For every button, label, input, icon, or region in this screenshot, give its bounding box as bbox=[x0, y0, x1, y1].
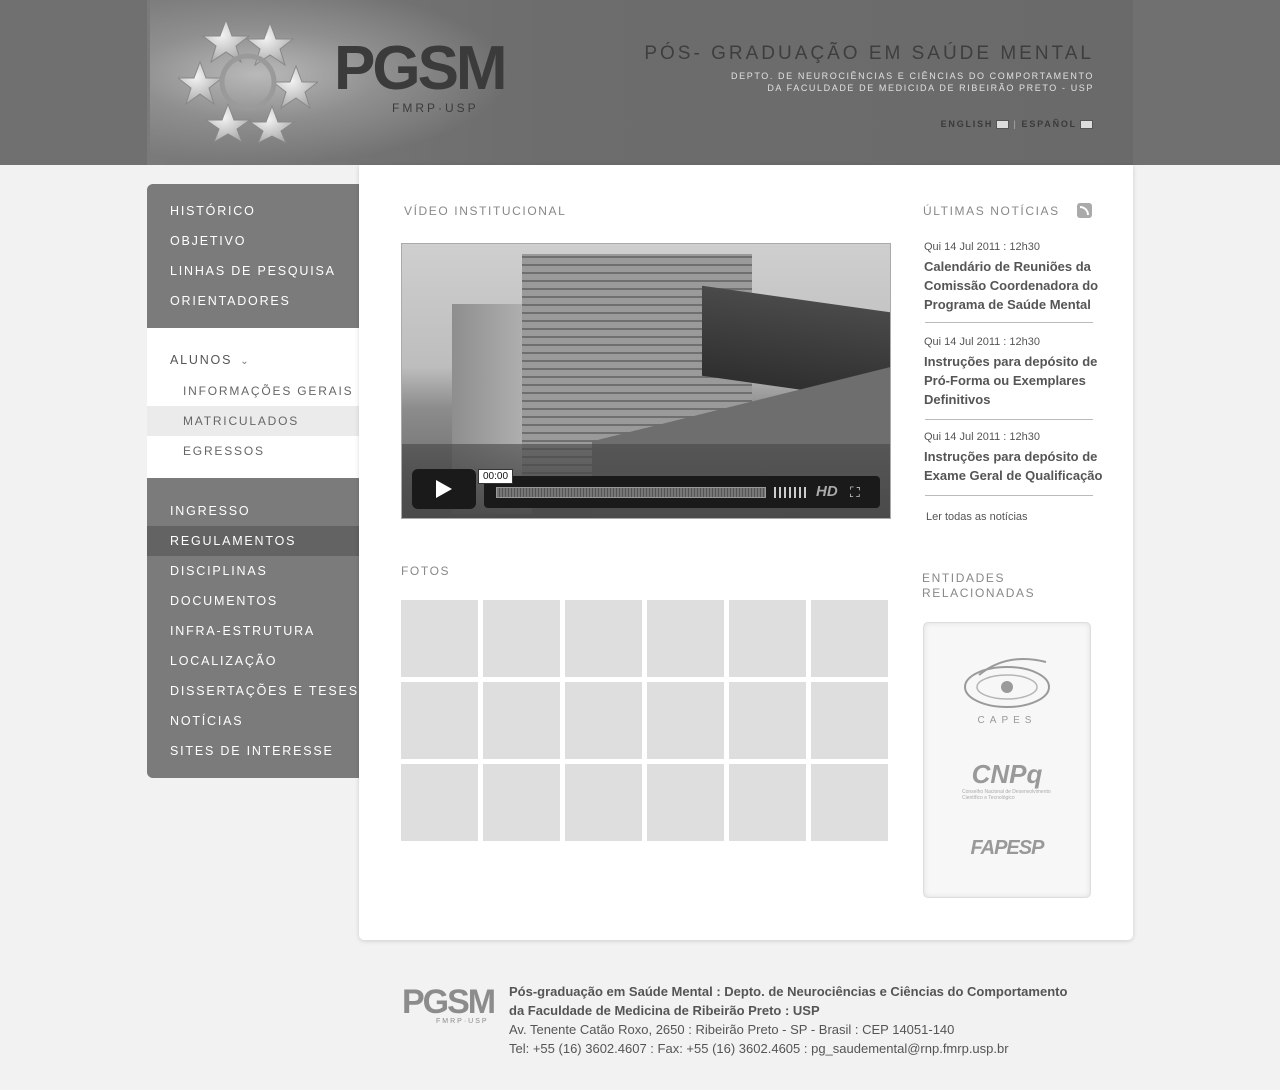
subnav-item-matriculados[interactable]: MATRICULADOS bbox=[147, 406, 359, 436]
related-entities-panel: CAPES CNPq Conselho Nacional de Desenvol… bbox=[923, 622, 1091, 898]
sidebar-nav-alunos: ALUNOS ⌄ INFORMAÇÕES GERAIS MATRICULADOS … bbox=[147, 328, 359, 478]
news-date: Qui 14 Jul 2011 : 12h30 bbox=[924, 241, 1040, 253]
language-switcher: ENGLISH | ESPAÑOL bbox=[941, 119, 1093, 130]
volume-icon[interactable] bbox=[774, 487, 808, 498]
site-header: PGSM FMRP·USP PÓS- GRADUAÇÃO EM SAÚDE ME… bbox=[0, 0, 1280, 165]
news-divider bbox=[925, 419, 1093, 420]
read-all-news-link[interactable]: Ler todas as notícias bbox=[926, 511, 1028, 523]
photo-thumbnail[interactable] bbox=[811, 682, 888, 759]
capes-logo-icon[interactable] bbox=[924, 657, 1090, 717]
nav-item-orientadores[interactable]: ORIENTADORES bbox=[147, 286, 359, 316]
news-title-link[interactable]: Instruções para depósito de Pró-Forma ou… bbox=[924, 352, 1104, 409]
photo-thumbnail[interactable] bbox=[401, 764, 478, 841]
news-date: Qui 14 Jul 2011 : 12h30 bbox=[924, 431, 1040, 443]
news-title-link[interactable]: Calendário de Reuniões da Comissão Coord… bbox=[924, 257, 1104, 314]
footer-logo-subtitle: FMRP·USP bbox=[436, 1018, 489, 1025]
footer-address-line-1: Pós-graduação em Saúde Mental : Depto. d… bbox=[509, 984, 1068, 999]
subnav-item-egressos[interactable]: EGRESSOS bbox=[147, 436, 359, 466]
video-time-tooltip: 00:00 bbox=[478, 469, 514, 484]
photo-thumbnail[interactable] bbox=[729, 764, 806, 841]
news-section-title: ÚLTIMAS NOTÍCIAS bbox=[923, 204, 1060, 218]
news-title-link[interactable]: Instruções para depósito de Exame Geral … bbox=[924, 447, 1104, 485]
photo-thumbnail[interactable] bbox=[647, 764, 724, 841]
news-date: Qui 14 Jul 2011 : 12h30 bbox=[924, 336, 1040, 348]
hd-toggle[interactable]: HD bbox=[816, 483, 838, 500]
rss-icon[interactable] bbox=[1077, 203, 1092, 218]
news-divider bbox=[925, 322, 1093, 323]
cnpq-logo-subtitle: Conselho Nacional de Desenvolvimento Cie… bbox=[962, 789, 1051, 801]
spain-flag-icon[interactable] bbox=[1080, 120, 1093, 130]
footer-address-line-3: Av. Tenente Catão Roxo, 2650 : Ribeirão … bbox=[509, 1022, 955, 1037]
photo-thumbnail[interactable] bbox=[729, 682, 806, 759]
nav-item-regulamentos[interactable]: REGULAMENTOS bbox=[147, 526, 359, 556]
main-content: VÍDEO INSTITUCIONAL HD ⛶ 00:00 FOTOS ÚLT… bbox=[359, 165, 1133, 940]
site-title: PÓS- GRADUAÇÃO EM SAÚDE MENTAL bbox=[644, 43, 1094, 64]
nav-item-objetivo[interactable]: OBJETIVO bbox=[147, 226, 359, 256]
cnpq-logo[interactable]: CNPq bbox=[924, 759, 1090, 790]
capes-logo-text: CAPES bbox=[977, 715, 1037, 726]
nav-item-noticias[interactable]: NOTÍCIAS bbox=[147, 706, 359, 736]
photo-thumbnail[interactable] bbox=[565, 682, 642, 759]
nav-item-dissertacoes-e-teses[interactable]: DISSERTAÇÕES E TESES bbox=[147, 676, 359, 706]
lang-spanish-link[interactable]: ESPAÑOL bbox=[1022, 119, 1077, 129]
photo-thumbnail[interactable] bbox=[401, 600, 478, 677]
video-progress-bar[interactable] bbox=[496, 487, 766, 498]
stars-emblem-icon bbox=[178, 18, 318, 143]
sidebar-nav-bottom: INGRESSO REGULAMENTOS DISCIPLINAS DOCUME… bbox=[147, 478, 359, 778]
photo-thumbnail[interactable] bbox=[811, 764, 888, 841]
play-button[interactable] bbox=[412, 469, 476, 509]
photo-thumbnail[interactable] bbox=[647, 682, 724, 759]
logo-wordmark[interactable]: PGSM bbox=[334, 38, 508, 100]
photo-thumbnail[interactable] bbox=[401, 682, 478, 759]
nav-item-disciplinas[interactable]: DISCIPLINAS bbox=[147, 556, 359, 586]
photos-section-title: FOTOS bbox=[401, 564, 451, 578]
nav-item-documentos[interactable]: DOCUMENTOS bbox=[147, 586, 359, 616]
photo-thumbnail[interactable] bbox=[565, 764, 642, 841]
nav-item-historico[interactable]: HISTÓRICO bbox=[147, 196, 359, 226]
chevron-down-icon: ⌄ bbox=[240, 356, 251, 367]
photo-thumbnail[interactable] bbox=[483, 764, 560, 841]
footer-contact-line: Tel: +55 (16) 3602.4607 : Fax: +55 (16) … bbox=[509, 1041, 1009, 1056]
fullscreen-icon[interactable]: ⛶ bbox=[850, 484, 860, 501]
news-divider bbox=[925, 495, 1093, 496]
nav-item-infra-estrutura[interactable]: INFRA-ESTRUTURA bbox=[147, 616, 359, 646]
video-control-bar: HD ⛶ bbox=[484, 476, 880, 508]
footer-logo: PGSM bbox=[402, 983, 496, 1021]
entities-section-title-1: ENTIDADES bbox=[922, 571, 1006, 585]
lang-separator: | bbox=[1013, 119, 1018, 129]
subnav-item-informacoes-gerais[interactable]: INFORMAÇÕES GERAIS bbox=[147, 376, 359, 406]
nav-item-sites-de-interesse[interactable]: SITES DE INTERESSE bbox=[147, 736, 359, 766]
nav-item-linhas-de-pesquisa[interactable]: LINHAS DE PESQUISA bbox=[147, 256, 359, 286]
uk-flag-icon[interactable] bbox=[996, 120, 1010, 130]
play-icon bbox=[436, 480, 452, 498]
photo-thumbnail[interactable] bbox=[811, 600, 888, 677]
photo-thumbnail[interactable] bbox=[565, 600, 642, 677]
video-player[interactable]: HD ⛶ 00:00 bbox=[401, 243, 891, 519]
footer-address-line-2: da Faculdade de Medicina de Ribeirão Pre… bbox=[509, 1003, 820, 1018]
photo-thumbnail[interactable] bbox=[483, 682, 560, 759]
entities-section-title-2: RELACIONADAS bbox=[922, 586, 1036, 600]
fapesp-logo[interactable]: FAPESP bbox=[924, 837, 1090, 860]
video-section-title: VÍDEO INSTITUCIONAL bbox=[404, 204, 567, 218]
lang-english-link[interactable]: ENGLISH bbox=[941, 119, 994, 129]
site-subtitle-1: DEPTO. DE NEUROCIÊNCIAS E CIÊNCIAS DO CO… bbox=[731, 71, 1094, 81]
nav-item-alunos[interactable]: ALUNOS ⌄ bbox=[147, 345, 250, 375]
photo-thumbnail[interactable] bbox=[483, 600, 560, 677]
nav-item-ingresso[interactable]: INGRESSO bbox=[147, 496, 359, 526]
photo-thumbnail[interactable] bbox=[729, 600, 806, 677]
logo-subtitle: FMRP·USP bbox=[392, 101, 479, 115]
photo-thumbnail[interactable] bbox=[647, 600, 724, 677]
site-subtitle-2: DA FACULDADE DE MEDICIDA DE RIBEIRÃO PRE… bbox=[767, 83, 1094, 93]
nav-item-localizacao[interactable]: LOCALIZAÇÃO bbox=[147, 646, 359, 676]
sidebar-nav-top: HISTÓRICO OBJETIVO LINHAS DE PESQUISA OR… bbox=[147, 184, 359, 328]
nav-item-alunos-label: ALUNOS bbox=[170, 353, 233, 367]
